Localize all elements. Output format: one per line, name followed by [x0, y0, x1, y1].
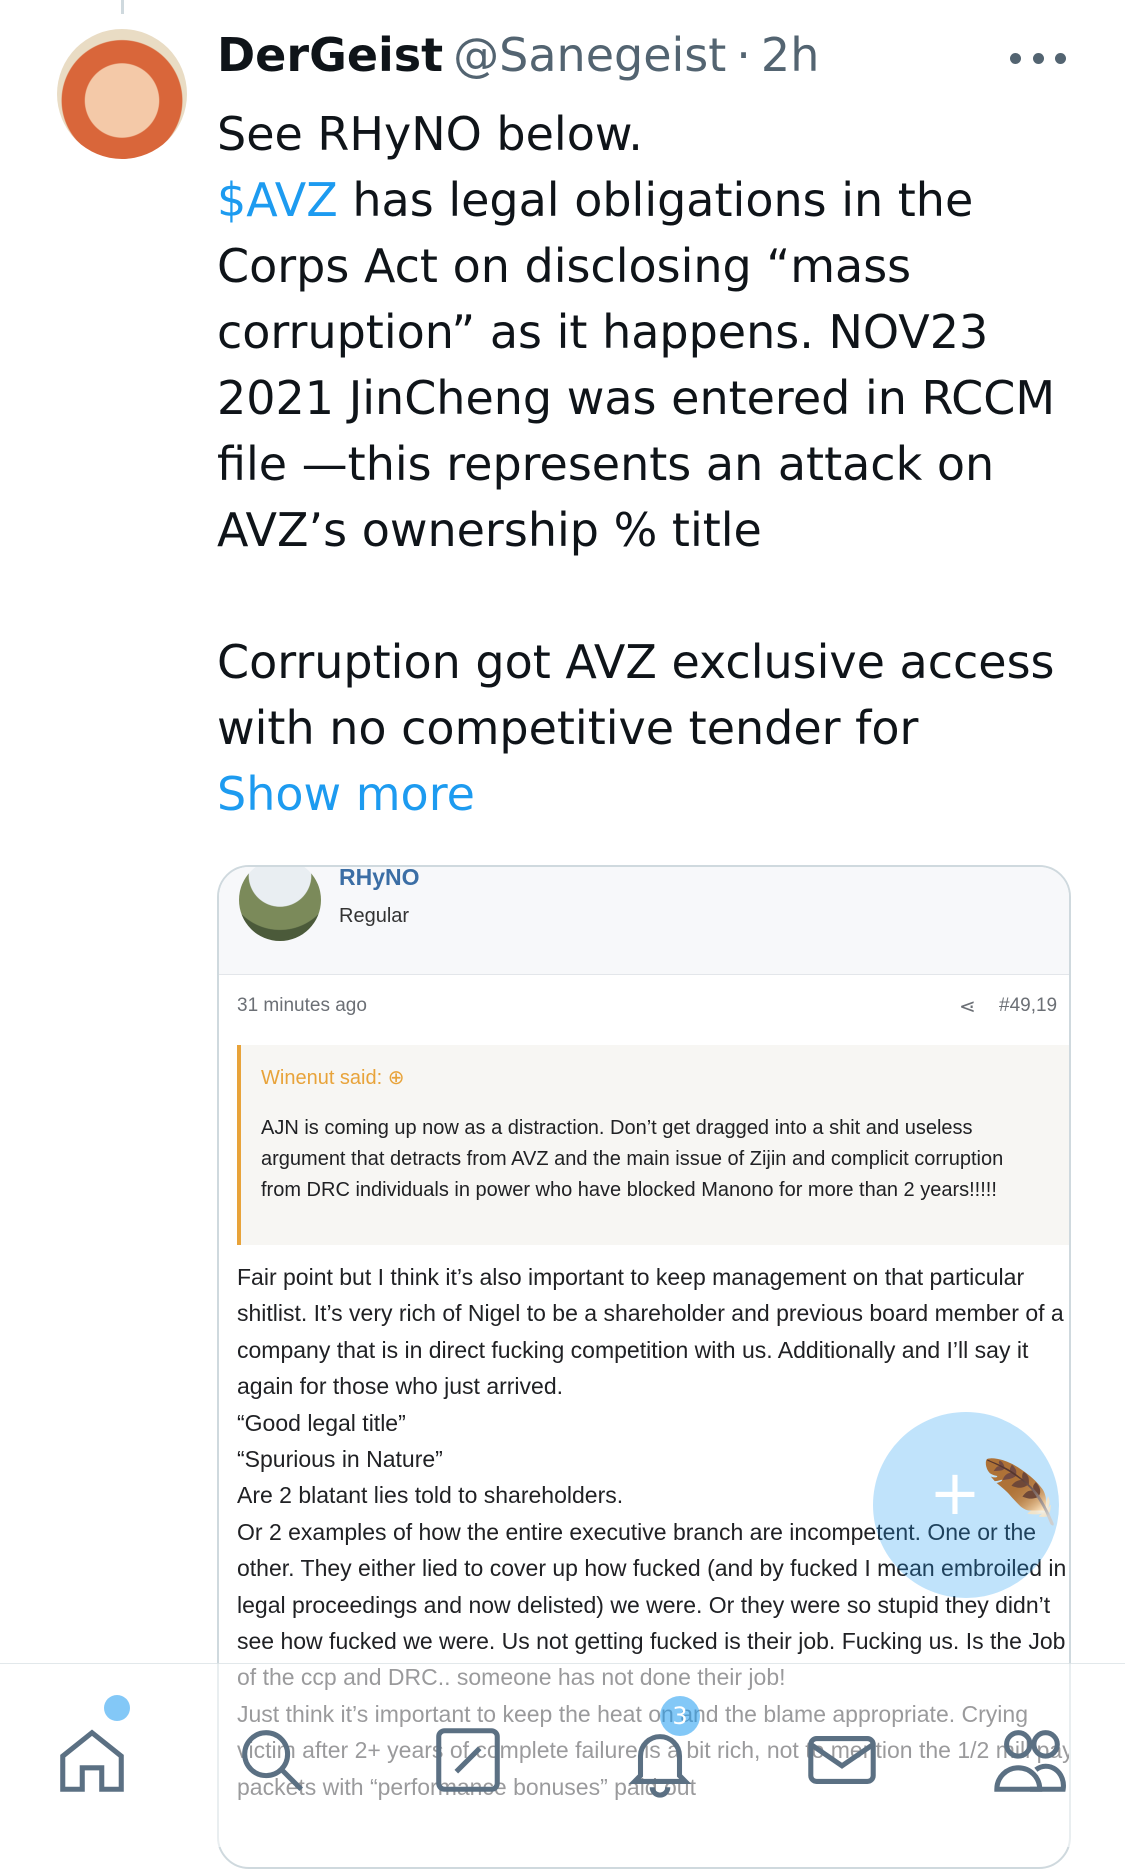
more-options-icon[interactable] — [1010, 48, 1066, 68]
timestamp[interactable]: 2h — [761, 28, 819, 82]
compose-tweet-button[interactable]: +🪶 — [873, 1412, 1059, 1598]
tweet-paragraph-2: Corruption got AVZ exclusive access with… — [217, 635, 1055, 755]
forum-post-time: 31 minutes ago — [237, 995, 367, 1016]
tweet-text: See RHyNO below. $AVZ has legal obligati… — [217, 101, 1097, 827]
new-posts-dot — [104, 1695, 130, 1721]
author-avatar[interactable] — [57, 29, 187, 159]
tweet-paragraph-1-text: has legal obligations in the Corps Act o… — [217, 173, 1056, 557]
thread-connector-line — [121, 0, 124, 14]
notification-count-badge: 3 — [660, 1696, 700, 1736]
people-icon[interactable] — [990, 1720, 1070, 1800]
tweet-header: DerGeist @Sanegeist · 2h — [217, 28, 819, 98]
cashtag-link[interactable]: $AVZ — [217, 173, 338, 227]
handle[interactable]: @Sanegeist — [453, 28, 726, 82]
quote-author: Winenut said: ⊕ — [261, 1067, 405, 1089]
bottom-tab-bar — [0, 1663, 1125, 1847]
forum-quote-block: Winenut said: ⊕ AJN is coming up now as … — [237, 1045, 1069, 1245]
home-icon[interactable] — [52, 1720, 132, 1800]
display-name[interactable]: DerGeist — [217, 28, 443, 82]
search-icon[interactable] — [232, 1720, 312, 1800]
share-icon: ⋖ — [959, 996, 976, 1018]
messages-icon[interactable] — [802, 1720, 882, 1800]
tweet-paragraph-1: $AVZ has legal obligations in the Corps … — [217, 167, 1097, 563]
forum-username: RHyNO — [339, 865, 420, 890]
forum-post-header: RHyNO Regular — [219, 867, 1069, 975]
show-more-link[interactable]: Show more — [217, 761, 1097, 827]
forum-user-role: Regular — [339, 905, 410, 927]
feather-plus-icon: +🪶 — [929, 1456, 1059, 1529]
forum-user-avatar — [239, 867, 321, 941]
communities-icon[interactable] — [428, 1720, 508, 1800]
tweet-line-1: See RHyNO below. — [217, 107, 643, 161]
quote-text: AJN is coming up now as a distraction. D… — [261, 1117, 1004, 1201]
separator-dot: · — [736, 28, 751, 82]
forum-post-number: #49,19 — [999, 995, 1058, 1016]
